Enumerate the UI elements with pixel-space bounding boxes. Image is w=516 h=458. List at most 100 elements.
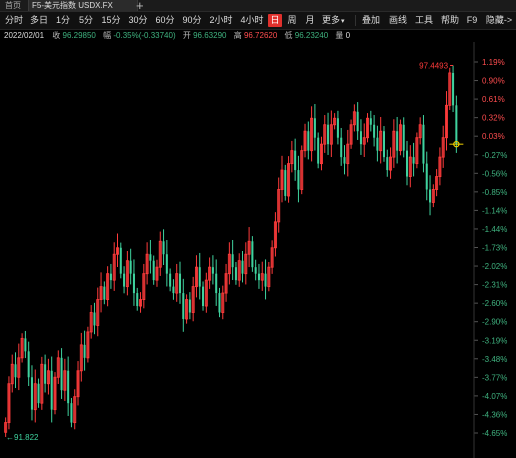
info-open: 96.63290 bbox=[193, 31, 227, 40]
candle-body bbox=[129, 260, 132, 274]
info-volume-label: 量 bbox=[335, 31, 344, 40]
chevron-down-icon: ▾ bbox=[341, 18, 345, 25]
y-axis-tick-label: -3.77% bbox=[482, 373, 507, 382]
candle-body bbox=[14, 364, 17, 378]
info-change-label: 幅 bbox=[103, 31, 112, 40]
y-axis-tick-label: -2.60% bbox=[482, 299, 507, 308]
y-axis-tick-label: -4.36% bbox=[482, 410, 507, 419]
candle-body bbox=[412, 157, 415, 164]
tb-week[interactable]: 周 bbox=[285, 14, 299, 27]
y-axis-tick-label: 0.32% bbox=[482, 114, 505, 123]
candle-body bbox=[198, 267, 201, 287]
candle-body bbox=[44, 364, 47, 384]
candle-body bbox=[336, 118, 339, 138]
y-axis-tick-label: -2.02% bbox=[482, 262, 507, 271]
info-volume: 0 bbox=[345, 31, 351, 40]
candle-body bbox=[356, 111, 359, 132]
candlestick-chart[interactable]: 1.19% 0.90% 0.61% 0.32% 0.03% -0.27% -0.56% -0.… bbox=[0, 42, 516, 458]
tb-day[interactable]: 日 bbox=[268, 14, 282, 27]
tb-5min[interactable]: 5分 bbox=[76, 14, 96, 27]
candle-body bbox=[425, 163, 428, 190]
tab-usdx[interactable]: F5-美元指数 USDX.FX bbox=[28, 0, 138, 11]
candle-body bbox=[359, 131, 362, 145]
tb-15min[interactable]: 15分 bbox=[99, 14, 123, 27]
tb-2hour[interactable]: 2小时 bbox=[207, 14, 235, 27]
candle-body bbox=[396, 131, 399, 151]
candle-body bbox=[294, 150, 297, 171]
candle-body bbox=[50, 370, 53, 410]
candle-body bbox=[422, 124, 425, 164]
tb-month[interactable]: 月 bbox=[303, 14, 317, 27]
y-axis-tick-label: -3.48% bbox=[482, 355, 507, 364]
tb-draw-line[interactable]: 画线 bbox=[387, 14, 409, 27]
candle-body bbox=[343, 157, 346, 164]
tb-duori[interactable]: 多日 bbox=[28, 14, 50, 27]
y-axis-tick-label: -1.44% bbox=[482, 225, 507, 234]
y-axis-tick-label: -1.14% bbox=[482, 206, 507, 215]
candle-body bbox=[182, 293, 185, 319]
candle-body bbox=[218, 293, 221, 313]
candle-body bbox=[376, 137, 379, 151]
candle-body bbox=[70, 403, 73, 423]
tb-60min[interactable]: 60分 bbox=[153, 14, 177, 27]
tb-90min[interactable]: 90分 bbox=[180, 14, 204, 27]
candle-body bbox=[24, 338, 27, 352]
candle-body bbox=[123, 273, 126, 287]
candle-body bbox=[405, 150, 409, 177]
candle-body bbox=[30, 377, 33, 410]
y-axis-tick-label: -2.90% bbox=[482, 318, 507, 327]
candle-body bbox=[284, 170, 287, 196]
info-open-label: 开 bbox=[182, 31, 191, 40]
info-high-label: 高 bbox=[233, 31, 242, 40]
candle-body bbox=[165, 254, 168, 274]
candle-body bbox=[132, 273, 135, 294]
quote-info-bar: 2022/02/01 收 96.29850 幅 -0.35%(-0.33740)… bbox=[0, 30, 516, 42]
candle-body bbox=[327, 124, 330, 145]
y-axis-tick-label: -2.31% bbox=[482, 281, 507, 290]
tab-bar: 首页 F5-美元指数 USDX.FX + bbox=[0, 0, 516, 13]
tb-more[interactable]: 更多▾ bbox=[322, 14, 346, 27]
y-axis-tick-label: -0.56% bbox=[482, 169, 507, 178]
high-annotation: 97.4493 bbox=[419, 62, 448, 71]
tb-30min[interactable]: 30分 bbox=[126, 14, 150, 27]
candle-body bbox=[455, 105, 458, 145]
candle-body bbox=[297, 170, 300, 190]
candle-body bbox=[369, 118, 372, 125]
candle-body bbox=[60, 357, 63, 391]
candle-body bbox=[109, 273, 112, 281]
tb-overlay[interactable]: 叠加 bbox=[360, 14, 382, 27]
tb-hide[interactable]: 隐藏-> bbox=[484, 14, 514, 27]
tab-home[interactable]: 首页 bbox=[2, 0, 24, 11]
info-date: 2022/02/01 bbox=[4, 31, 45, 40]
candle-body bbox=[452, 72, 455, 106]
info-high: 96.72620 bbox=[243, 31, 278, 40]
y-axis-tick-label: -4.65% bbox=[482, 429, 507, 438]
info-close-label: 收 bbox=[52, 31, 61, 40]
candle-body bbox=[27, 351, 30, 378]
tb-1min[interactable]: 1分 bbox=[53, 14, 73, 27]
info-close: 96.29850 bbox=[62, 31, 96, 40]
candle-body bbox=[340, 137, 343, 158]
candle-body bbox=[162, 241, 165, 255]
period-toolbar: 分时 多日 1分 5分 15分 30分 60分 90分 2小时 4小时 日 周 … bbox=[0, 12, 516, 30]
y-axis-tick-label: -3.19% bbox=[482, 336, 507, 345]
candle-body bbox=[254, 267, 257, 274]
tb-tools[interactable]: 工具 bbox=[413, 14, 435, 27]
tb-4hour[interactable]: 4小时 bbox=[238, 14, 266, 27]
candle-body bbox=[103, 286, 106, 300]
candle-body bbox=[241, 260, 244, 274]
y-axis-tick-label: 0.03% bbox=[482, 132, 505, 141]
candle-body bbox=[307, 131, 310, 151]
candle-body bbox=[67, 370, 70, 404]
tb-fenshi[interactable]: 分时 bbox=[3, 14, 25, 27]
candle-body bbox=[429, 189, 432, 203]
y-axis-tick-label: -4.07% bbox=[482, 392, 507, 401]
candle-body bbox=[386, 157, 389, 171]
tb-help[interactable]: 帮助 bbox=[439, 14, 461, 27]
candle-body bbox=[264, 273, 267, 287]
candle-body bbox=[83, 344, 86, 358]
candle-body bbox=[188, 299, 191, 313]
tb-f9[interactable]: F9 bbox=[465, 14, 479, 27]
info-change: -0.35%(-0.33740) bbox=[113, 31, 176, 40]
y-axis-tick-label: -0.27% bbox=[482, 151, 507, 160]
